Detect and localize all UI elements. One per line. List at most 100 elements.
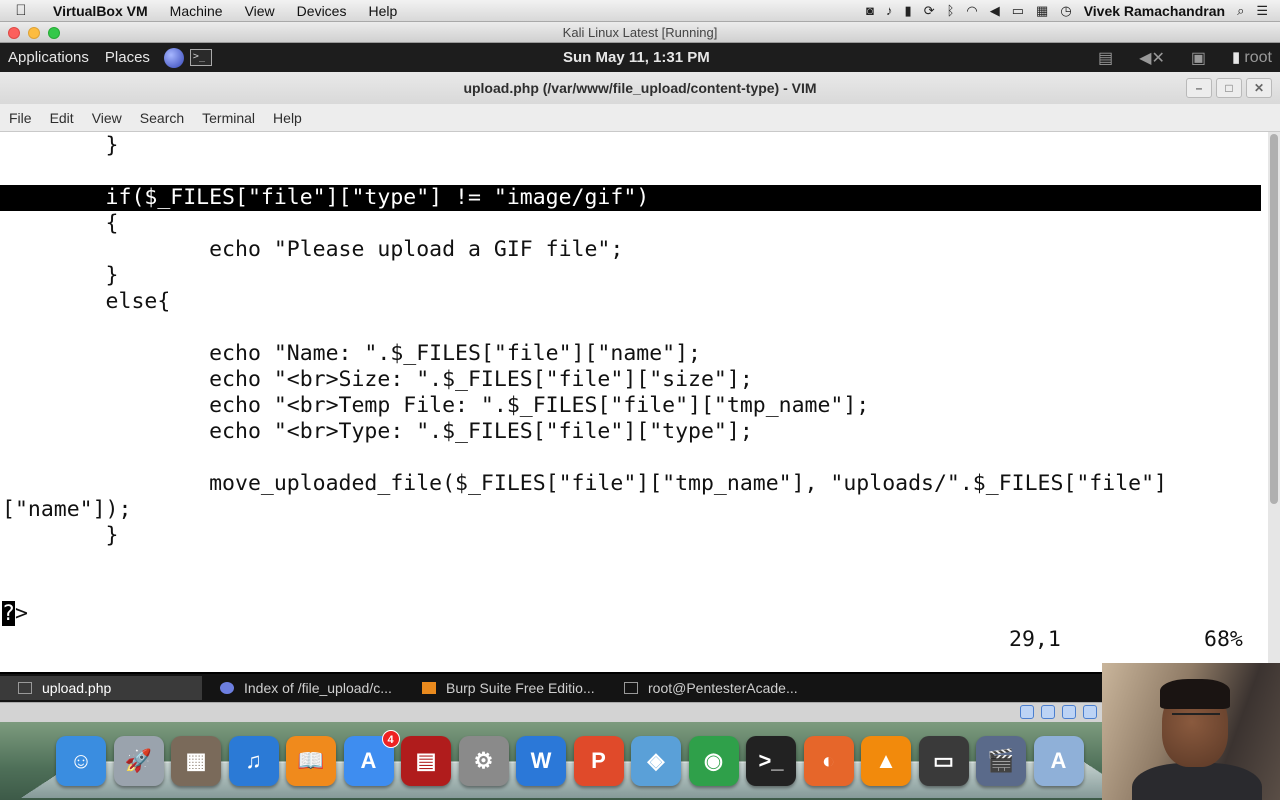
webcam-overlay — [1102, 663, 1280, 800]
firefox-icon[interactable]: ◐ — [803, 736, 854, 786]
disk-icon[interactable] — [1020, 705, 1034, 719]
powerpoint-icon[interactable]: P — [573, 736, 624, 786]
menu-help[interactable]: Help — [264, 110, 311, 126]
code-line-php-close: ?> — [2, 601, 28, 627]
grid-icon[interactable]: ▦ — [1036, 3, 1048, 19]
code-line: echo "<br>Temp File: ".$_FILES["file"]["… — [2, 393, 870, 418]
virtualbox-status-bar — [0, 702, 1280, 722]
kali-top-panel: Applications Places >_ Sun May 11, 1:31 … — [0, 43, 1280, 72]
volume-muted-icon[interactable]: ◀✕ — [1139, 48, 1165, 68]
menu-devices[interactable]: Devices — [286, 3, 358, 19]
code-line: move_uploaded_file($_FILES["file"]["tmp_… — [2, 471, 1167, 496]
search-icon[interactable]: ⌕ — [1237, 3, 1244, 19]
text-cursor: ? — [2, 601, 15, 626]
menu-app-name[interactable]: VirtualBox VM — [42, 3, 159, 19]
photobooth-icon[interactable]: ▤ — [401, 736, 451, 786]
terminal-launcher-icon[interactable]: >_ — [189, 49, 212, 66]
network-icon[interactable]: ▣ — [1191, 48, 1206, 68]
volume-icon[interactable]: ◀ — [990, 3, 1000, 19]
virtualbox-titlebar: Kali Linux Latest [Running] — [0, 22, 1280, 43]
menubar-status-area: ◙ ♪ ▮ ⟳ ᛒ ◠ ◀ ▭ ▦ ◷ Vivek Ramachandran ⌕… — [866, 3, 1280, 19]
list-icon[interactable]: ☰ — [1256, 3, 1268, 19]
battery-icon[interactable]: ▮ — [905, 3, 912, 19]
display-icon[interactable]: ▭ — [1012, 3, 1024, 19]
code-line-selected: if($_FILES["file"]["type"] != "image/gif… — [0, 185, 1261, 211]
menubar-user[interactable]: Vivek Ramachandran — [1084, 3, 1225, 19]
taskbar-label: root@PentesterAcade... — [648, 680, 798, 696]
terminal-icon[interactable]: >_ — [746, 736, 796, 786]
wifi-icon[interactable]: ◠ — [966, 3, 977, 19]
finder-icon[interactable]: ☺ — [56, 736, 106, 786]
taskbar-item-burp[interactable]: Burp Suite Free Editio... — [404, 676, 606, 700]
vlc-icon[interactable]: ▲ — [861, 736, 911, 786]
burp-icon — [422, 682, 436, 694]
panel-user[interactable]: ▮ root — [1232, 48, 1272, 67]
sync-icon[interactable]: ⟳ — [924, 3, 935, 19]
applications-folder-icon[interactable]: A — [1033, 736, 1084, 786]
applications-menu[interactable]: Applications — [0, 49, 97, 66]
close-window-button[interactable] — [8, 27, 20, 39]
code-line: ["name"]); — [2, 497, 132, 522]
terminal-menubar: File Edit View Search Terminal Help — [0, 104, 1280, 132]
desktop-background: ☺ 🚀 ▦ ♫ 📖 A 4 ▤ ⚙ W P ◈ ◉ >_ ◐ ▲ ▭ 🎬 A — [0, 722, 1280, 800]
terminal-scrollbar[interactable] — [1268, 132, 1280, 672]
taskbar-item-upload-php[interactable]: upload.php — [0, 676, 202, 700]
usb-icon[interactable] — [1062, 705, 1076, 719]
shared-folder-icon[interactable] — [1083, 705, 1097, 719]
maps-icon[interactable]: ◈ — [631, 736, 681, 786]
system-prefs-icon[interactable]: ⚙ — [458, 736, 509, 786]
menu-view[interactable]: View — [83, 110, 131, 126]
macos-menubar:  VirtualBox VM Machine View Devices Hel… — [0, 0, 1280, 22]
photos-icon[interactable]: ▦ — [171, 736, 221, 786]
presenter-glasses — [1172, 713, 1220, 723]
notification-badge: 4 — [381, 730, 400, 748]
vim-editor[interactable]: } if($_FILES["file"]["type"] != "image/g… — [0, 132, 1268, 672]
chrome-icon[interactable]: ◉ — [688, 736, 739, 786]
taskbar-item-firefox[interactable]: Index of /file_upload/c... — [202, 676, 404, 700]
bluetooth-icon[interactable]: ᛒ — [947, 3, 955, 18]
menu-search[interactable]: Search — [131, 110, 193, 126]
code-line: echo "Please upload a GIF file"; — [2, 237, 624, 262]
taskbar-label: Index of /file_upload/c... — [244, 680, 392, 696]
ibooks-icon[interactable]: 📖 — [286, 736, 336, 786]
places-menu[interactable]: Places — [97, 49, 158, 66]
maximize-icon[interactable]: □ — [1216, 78, 1242, 98]
clock-icon[interactable]: ◷ — [1060, 3, 1071, 19]
itunes-icon[interactable]: ♫ — [228, 736, 279, 786]
code-text: > — [14, 601, 28, 626]
launchpad-icon[interactable]: 🚀 — [113, 736, 164, 786]
video-icon[interactable]: 🎬 — [976, 736, 1026, 786]
word-icon[interactable]: W — [516, 736, 566, 786]
menu-help[interactable]: Help — [357, 3, 408, 19]
code-line: else{ — [2, 289, 171, 314]
apple-icon[interactable]:  — [0, 2, 42, 19]
minimize-icon[interactable]: – — [1186, 78, 1212, 98]
kali-taskbar: upload.php Index of /file_upload/c... Bu… — [0, 674, 1280, 702]
taskbar-label: Burp Suite Free Editio... — [446, 680, 595, 696]
minimize-window-button[interactable] — [28, 27, 40, 39]
camera-icon[interactable]: ◙ — [866, 3, 874, 18]
taskbar-item-root-terminal[interactable]: root@PentesterAcade... — [606, 676, 808, 700]
code-line: { — [2, 211, 119, 236]
scrollbar-thumb[interactable] — [1270, 134, 1278, 504]
panel-clock[interactable]: Sun May 11, 1:31 PM — [563, 43, 710, 72]
code-line: } — [2, 523, 119, 548]
zoom-window-button[interactable] — [48, 27, 60, 39]
menu-file[interactable]: File — [0, 110, 41, 126]
panel-tray: ▤ ◀✕ ▣ ▮ root — [1098, 43, 1272, 72]
menu-terminal[interactable]: Terminal — [193, 110, 264, 126]
menu-view[interactable]: View — [234, 3, 286, 19]
close-icon[interactable]: ✕ — [1246, 78, 1272, 98]
code-line: echo "<br>Size: ".$_FILES["file"]["size"… — [2, 367, 753, 392]
bell-icon[interactable]: ♪ — [886, 3, 893, 18]
web-browser-launcher-icon[interactable] — [163, 47, 184, 68]
optical-drive-icon[interactable] — [1041, 705, 1055, 719]
vm-title: Kali Linux Latest [Running] — [562, 25, 718, 40]
appstore-icon[interactable]: A4 — [343, 730, 400, 786]
clipboard-icon[interactable]: ▤ — [1098, 48, 1113, 68]
terminal-window-controls: – □ ✕ — [1186, 78, 1272, 98]
menu-edit[interactable]: Edit — [41, 110, 83, 126]
menu-machine[interactable]: Machine — [159, 3, 234, 19]
panel-user-label: root — [1244, 49, 1272, 66]
virtualbox-screen-icon[interactable]: ▭ — [918, 736, 969, 786]
